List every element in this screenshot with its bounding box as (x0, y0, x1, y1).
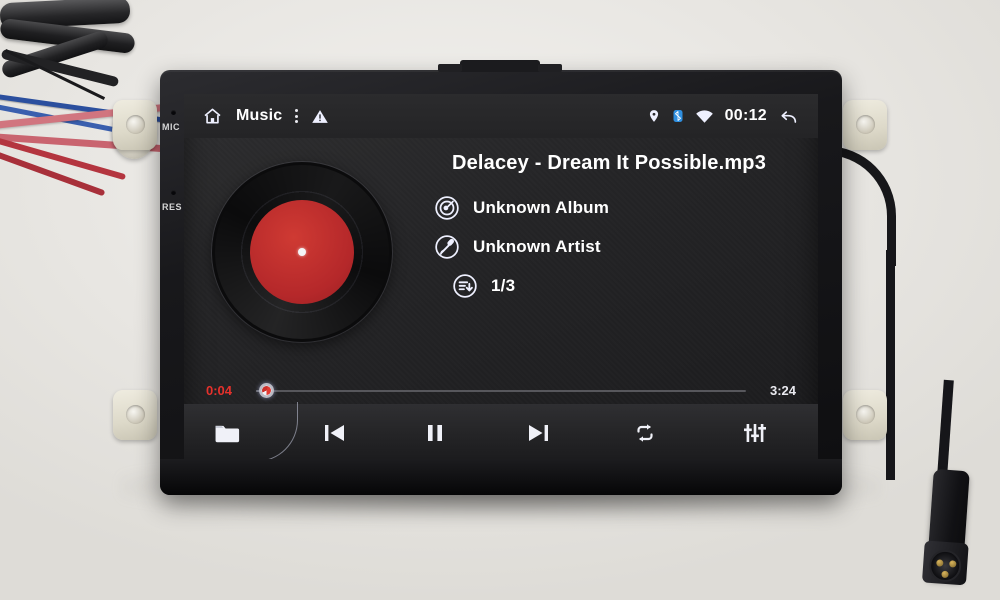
connector-face (928, 548, 963, 583)
app-title: Music (236, 107, 283, 124)
seek-slider[interactable] (256, 383, 746, 398)
reset-hole[interactable] (171, 190, 176, 195)
mic-hole (171, 110, 176, 115)
right-cable-run (886, 250, 895, 480)
connector-head (921, 540, 969, 586)
track-meta-list: Unknown Album Unknown Artist 1/3 (416, 195, 802, 299)
mounting-bracket-bottom-left (113, 390, 157, 440)
seek-track (256, 389, 746, 392)
current-time: 0:04 (206, 383, 233, 398)
playpause-button[interactable] (406, 404, 464, 462)
connector-pin (936, 559, 944, 567)
mounting-bracket-top-left (113, 100, 157, 150)
vinyl-spindle-hole (298, 248, 306, 256)
power-connector-plug (921, 468, 970, 586)
skip-next-icon (525, 422, 551, 444)
car-head-unit: MIC RES Music 00:12 Delacey - Dream It P… (160, 60, 842, 495)
pause-icon (424, 422, 446, 444)
connector-pin (949, 560, 957, 568)
wifi-icon (695, 108, 714, 124)
more-vertical-icon[interactable] (295, 109, 299, 123)
mounting-bracket-bottom-right (843, 390, 887, 440)
meta-row-artist: Unknown Artist (434, 234, 802, 260)
seek-thumb[interactable] (258, 383, 274, 398)
folder-button[interactable] (198, 404, 256, 462)
meta-row-album: Unknown Album (434, 195, 802, 221)
mic-label: MIC (162, 121, 180, 133)
microphone-icon (434, 234, 460, 260)
device-bottom-bezel (160, 459, 842, 495)
total-time: 3:24 (769, 383, 796, 398)
status-clock: 00:12 (724, 107, 767, 124)
connector-pin (941, 570, 949, 579)
meta-row-index: 1/3 (434, 273, 802, 299)
photo-scene: MIC RES Music 00:12 Delacey - Dream It P… (0, 0, 1000, 600)
now-playing-panel: Delacey - Dream It Possible.mp3 Unknown … (184, 138, 818, 404)
lcd-screen[interactable]: Music 00:12 Delacey - Dream It Possible.… (184, 94, 818, 462)
back-arrow-icon[interactable] (778, 107, 800, 126)
folder-icon (213, 421, 241, 445)
status-bar: Music 00:12 (184, 94, 818, 138)
location-pin-icon (647, 107, 661, 125)
track-title: Delacey - Dream It Possible.mp3 (451, 152, 767, 174)
track-info: Delacey - Dream It Possible.mp3 Unknown … (416, 152, 802, 312)
previous-button[interactable] (306, 404, 364, 462)
warning-triangle-icon[interactable] (311, 108, 329, 125)
next-button[interactable] (509, 404, 567, 462)
repeat-button[interactable] (616, 404, 674, 462)
player-toolbar (184, 402, 818, 462)
mounting-bracket-top-right (843, 100, 887, 150)
equalizer-button[interactable] (726, 404, 784, 462)
equalizer-icon (742, 421, 768, 445)
album-disc-icon (434, 195, 460, 221)
reset-label: RES (162, 201, 183, 213)
vinyl-record-art[interactable] (212, 162, 392, 342)
bluetooth-icon (672, 107, 684, 125)
playlist-index-icon (452, 273, 478, 299)
repeat-icon (632, 421, 658, 445)
home-icon[interactable] (202, 106, 223, 126)
device-top-tab (438, 60, 562, 72)
artist-name: Unknown Artist (473, 237, 601, 256)
album-name: Unknown Album (473, 198, 610, 217)
skip-previous-icon (322, 422, 348, 444)
track-index: 1/3 (491, 276, 516, 295)
progress-row: 0:04 3:24 (206, 383, 796, 398)
